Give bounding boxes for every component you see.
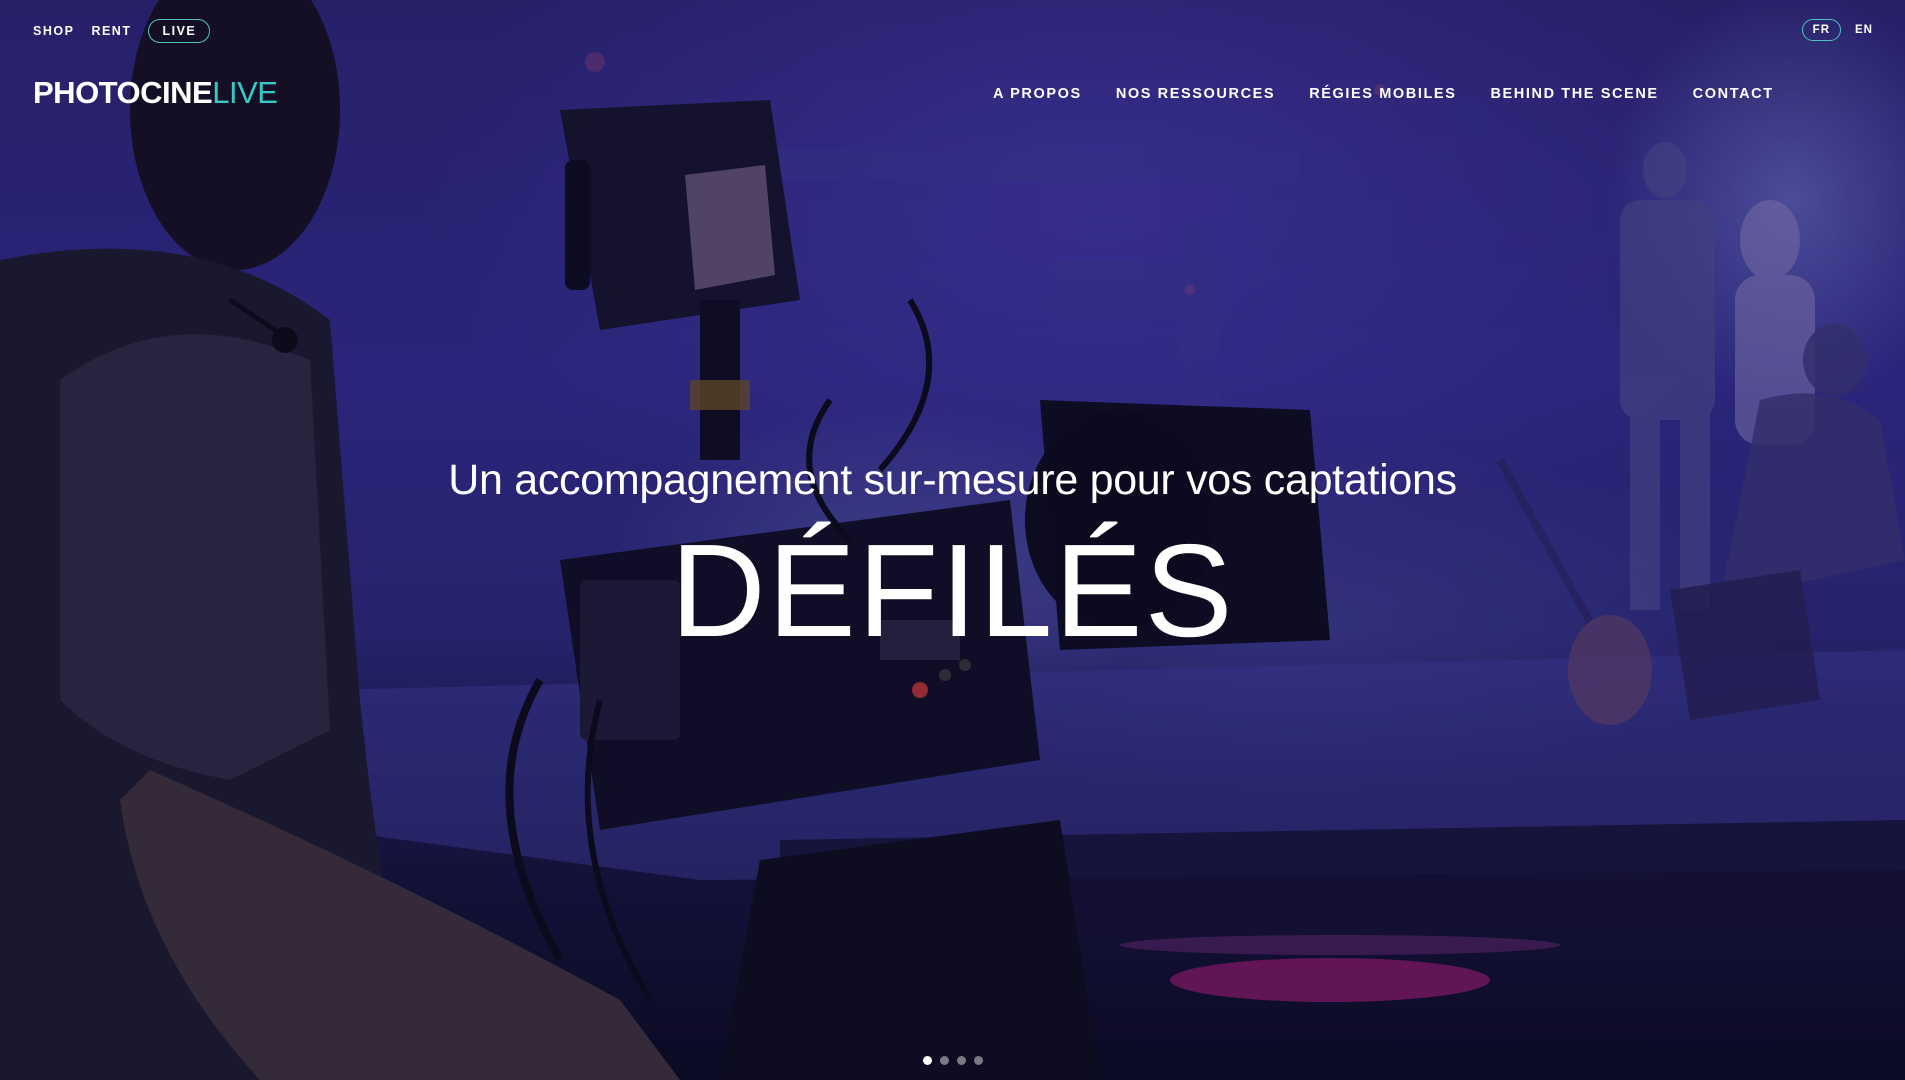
logo-text-light: LIVE bbox=[212, 75, 278, 110]
main-nav: A PROPOS NOS RESSOURCES RÉGIES MOBILES B… bbox=[993, 86, 1774, 102]
nav-item-contact[interactable]: CONTACT bbox=[1693, 86, 1774, 102]
slider-dot-1[interactable] bbox=[923, 1056, 932, 1065]
nav-item-a-propos[interactable]: A PROPOS bbox=[993, 86, 1082, 102]
live-link-active[interactable]: LIVE bbox=[148, 19, 211, 43]
site-logo[interactable]: PHOTOCINELIVE bbox=[33, 75, 278, 110]
language-switcher: FR EN bbox=[1801, 19, 1873, 41]
slider-dot-4[interactable] bbox=[974, 1056, 983, 1065]
slider-dot-2[interactable] bbox=[940, 1056, 949, 1065]
lang-fr-active[interactable]: FR bbox=[1801, 19, 1842, 41]
nav-item-nos-ressources[interactable]: NOS RESSOURCES bbox=[1116, 86, 1275, 102]
slider-dot-3[interactable] bbox=[957, 1056, 966, 1065]
utility-nav: SHOP RENT LIVE bbox=[33, 19, 211, 43]
logo-text-strong: PHOTOCINE bbox=[33, 75, 213, 110]
hero-tagline: Un accompagnement sur-mesure pour vos ca… bbox=[448, 456, 1457, 504]
lang-en[interactable]: EN bbox=[1855, 24, 1873, 36]
shop-link[interactable]: SHOP bbox=[33, 24, 74, 38]
nav-item-regies-mobiles[interactable]: RÉGIES MOBILES bbox=[1309, 86, 1456, 102]
slider-dots bbox=[923, 1056, 983, 1065]
hero-headline: DÉFILÉS bbox=[670, 517, 1235, 664]
rent-link[interactable]: RENT bbox=[91, 24, 131, 38]
nav-item-behind-the-scene[interactable]: BEHIND THE SCENE bbox=[1490, 86, 1658, 102]
hero-section: SHOP RENT LIVE FR EN PHOTOCINELIVE A PRO… bbox=[0, 0, 1905, 1080]
